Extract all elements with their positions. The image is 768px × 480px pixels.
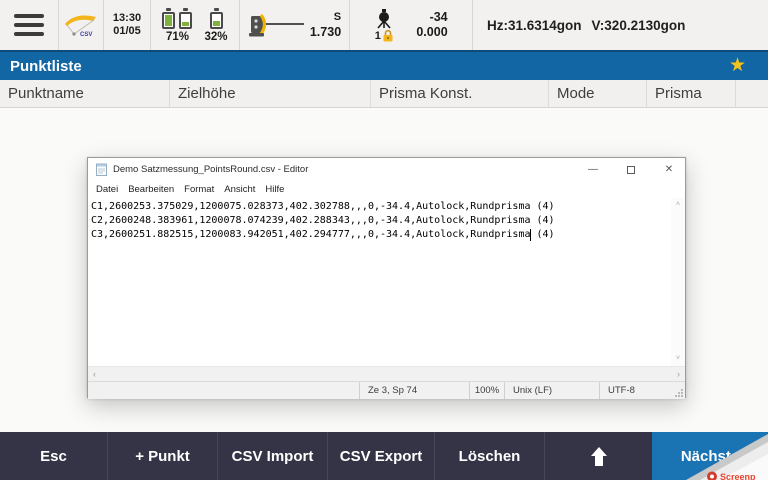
prism-constant-value: -34 [430,10,448,25]
hz-angle-value: Hz:31.6314gon [487,18,582,33]
station-height-value: 1.730 [310,25,341,40]
scroll-down-icon[interactable]: ˅ [671,354,685,364]
scroll-right-icon[interactable]: › [677,367,680,381]
next-button-label: Nächste [681,448,739,465]
menu-hilfe[interactable]: Hilfe [260,184,289,195]
encoding-status: UTF-8 [599,382,685,399]
date-value: 01/05 [113,25,141,38]
column-header-punktname: Punktname [0,80,170,107]
battery-status-widget[interactable]: 71% 32% [151,0,240,50]
softkey-bar: Esc + Punkt CSV Import CSV Export Lösche… [0,432,768,480]
column-header-prisma-konst: Prisma Konst. [371,80,549,107]
cursor-position-status: Ze 3, Sp 74 [359,382,469,399]
prism-offset-value: 0.000 [416,25,447,40]
angle-readout: Hz:31.6314gon V:320.2130gon [473,0,768,50]
minimize-button[interactable]: — [577,158,609,181]
pointlist-table-header: Punktname Zielhöhe Prisma Konst. Mode Pr… [0,80,768,108]
app-screen: CSV 13:30 01/05 71% 32% [0,0,768,480]
maximize-icon [627,166,635,174]
menu-ansicht[interactable]: Ansicht [219,184,260,195]
battery-icon [162,12,175,29]
up-arrow-icon [591,447,607,466]
instrument-battery-group: 71% [162,8,192,43]
page-up-button[interactable] [544,432,652,480]
notepad-menu-bar: Datei Bearbeiten Format Ansicht Hilfe [88,181,685,198]
close-button[interactable]: ✕ [653,158,685,181]
menu-bearbeiten[interactable]: Bearbeiten [123,184,179,195]
favorite-star-icon[interactable]: ★ [729,54,746,77]
esc-button[interactable]: Esc [0,432,107,480]
clock-widget[interactable]: 13:30 01/05 [104,0,151,50]
maximize-button[interactable] [615,158,647,181]
time-value: 13:30 [113,12,141,25]
station-label: S [334,10,341,25]
column-header-filler [736,80,768,107]
csv-line: C1,2600253.375029,1200075.028373,402.302… [91,200,671,214]
menu-datei[interactable]: Datei [91,184,123,195]
csv-app-icon: CSV [63,11,99,39]
scroll-up-icon[interactable]: ˄ [671,200,685,210]
notepad-text-area[interactable]: C1,2600253.375029,1200075.028373,402.302… [88,198,685,366]
notepad-window-title: Demo Satzmessung_PointsRound.csv - Edito… [113,164,571,175]
watermark-label: Screenp [720,472,756,480]
zoom-level-status: 100% [469,382,504,399]
controller-battery-group: 32% [204,8,227,43]
scroll-left-icon[interactable]: ‹ [93,367,96,381]
line-ending-status: Unix (LF) [504,382,599,399]
resize-grip[interactable] [675,389,683,397]
hamburger-icon [14,14,44,18]
total-station-icon [248,10,306,40]
hamburger-menu-button[interactable] [0,0,59,50]
notepad-status-bar: Ze 3, Sp 74 100% Unix (LF) UTF-8 [88,381,685,399]
notepad-window: Demo Satzmessung_PointsRound.csv - Edito… [87,157,686,398]
column-header-mode: Mode [549,80,647,107]
column-header-prisma: Prisma [647,80,736,107]
horizontal-scrollbar[interactable]: ‹ › [88,366,685,381]
menu-format[interactable]: Format [179,184,219,195]
csv-line: C3,2600251.882515,1200083.942051,402.294… [91,228,671,242]
page-title-bar: Punktliste ★ [0,50,768,80]
csv-line: C2,2600248.383961,1200078.074239,402.288… [91,214,671,228]
add-point-button[interactable]: + Punkt [107,432,217,480]
notepad-title-bar[interactable]: Demo Satzmessung_PointsRound.csv - Edito… [88,158,685,181]
battery-percent: 32% [204,31,227,43]
top-status-bar: CSV 13:30 01/05 71% 32% [0,0,768,50]
battery-icon [210,12,223,29]
pointlist-body: Demo Satzmessung_PointsRound.csv - Edito… [0,108,768,432]
prism-status-widget[interactable]: 1 -34 0.000 [350,0,473,50]
vertical-scrollbar[interactable]: ˄ ˅ [671,198,685,366]
notepad-file-icon [96,163,107,176]
column-header-zielhoehe: Zielhöhe [170,80,371,107]
v-angle-value: V:320.2130gon [592,18,686,33]
svg-text:CSV: CSV [80,32,92,38]
battery-icon [179,12,192,29]
csv-import-button[interactable]: CSV Import [217,432,327,480]
delete-button[interactable]: Löschen [434,432,544,480]
csv-export-button[interactable]: CSV Export [327,432,434,480]
battery-percent: 71% [166,31,189,43]
prism-target-icon [374,9,394,29]
page-title: Punktliste [10,58,82,75]
lock-icon [382,29,394,42]
text-cursor [530,229,531,241]
instrument-height-widget[interactable]: S 1.730 [240,0,350,50]
next-button[interactable]: Nächste Screenp [652,432,768,480]
prism-count: 1 [375,30,381,42]
csv-app-indicator[interactable]: CSV [59,0,104,50]
